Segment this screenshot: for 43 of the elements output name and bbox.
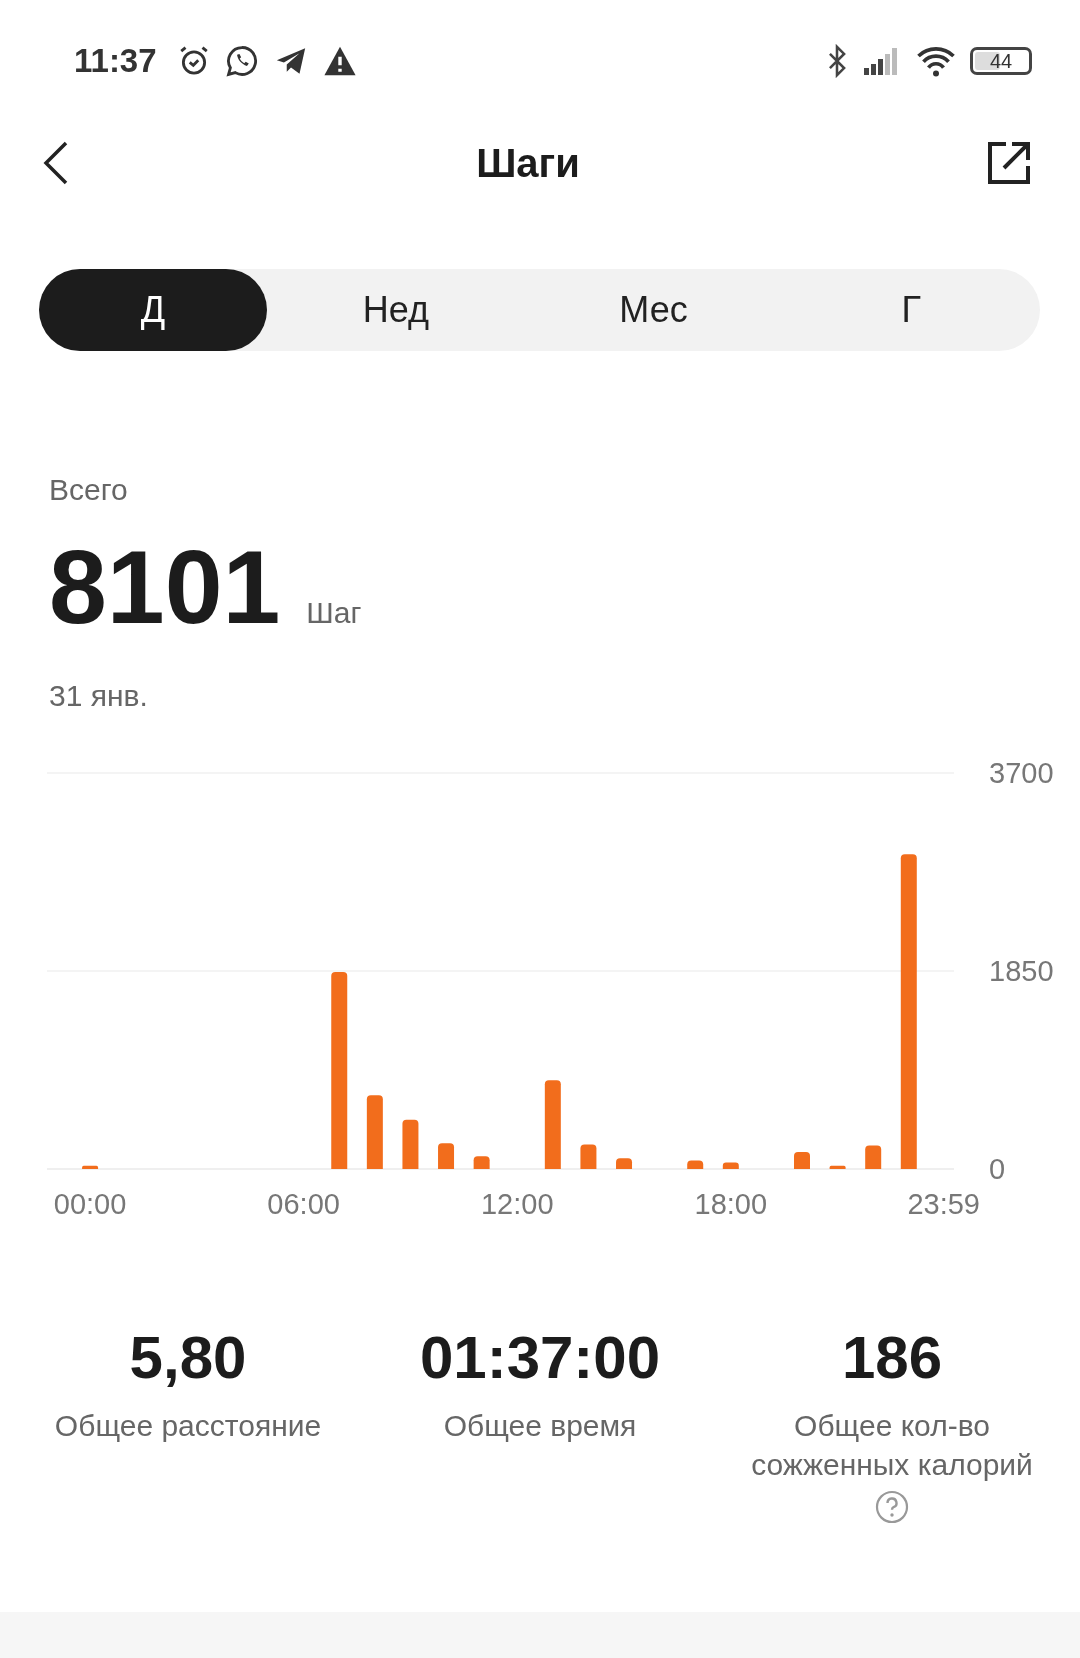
period-tab[interactable]: Нед [267, 269, 525, 351]
x-axis-label: 00:00 [53, 1188, 127, 1220]
status-time: 11:37 [74, 42, 157, 80]
chart-bar [438, 1143, 455, 1169]
help-icon[interactable] [875, 1490, 909, 1524]
share-icon[interactable] [986, 140, 1032, 186]
page-title: Шаги [476, 140, 580, 186]
date-label: 31 янв. [49, 679, 149, 713]
chart-bar [722, 1162, 739, 1169]
y-axis-label: 0 [989, 1153, 1006, 1185]
battery-icon: 44 [970, 47, 1032, 75]
chat-bubble-icon [224, 44, 259, 78]
stat-value: 5,80 [129, 1323, 247, 1392]
stat-value: 01:37:00 [419, 1323, 661, 1392]
period-tab[interactable]: Г [782, 269, 1040, 351]
x-axis-label: 06:00 [267, 1188, 340, 1220]
stat-label: Общее расстояние [54, 1408, 322, 1444]
step-unit: Шаг [306, 596, 362, 630]
chart-bar [865, 1145, 882, 1169]
chart-bar [794, 1151, 810, 1169]
stat-label: Общее кол-во сожженных калорий [750, 1408, 1034, 1483]
stat-label: Общее время [443, 1408, 637, 1444]
x-axis-label: 12:00 [480, 1188, 554, 1220]
total-label: Всего [49, 473, 129, 507]
y-axis-label: 3700 [989, 757, 1054, 789]
stat-value: 186 [841, 1323, 943, 1392]
x-axis-label: 23:59 [907, 1188, 980, 1220]
chart-bar [616, 1158, 632, 1169]
warning-icon [322, 45, 357, 77]
chart-bar [580, 1144, 597, 1169]
period-tab[interactable]: Мес [524, 269, 783, 351]
wifi-icon [916, 44, 956, 78]
step-count: 8101 [49, 535, 281, 639]
chart-bar [82, 1165, 99, 1169]
chart-bar [402, 1119, 419, 1169]
x-axis-label: 18:00 [694, 1188, 768, 1220]
back-icon[interactable] [42, 140, 70, 186]
chart-bar [829, 1165, 846, 1169]
period-tab[interactable]: Д [39, 269, 267, 351]
chart-bar [473, 1156, 490, 1169]
chart-bar [687, 1160, 704, 1169]
bluetooth-icon [826, 44, 848, 78]
y-axis-label: 1850 [989, 955, 1054, 987]
